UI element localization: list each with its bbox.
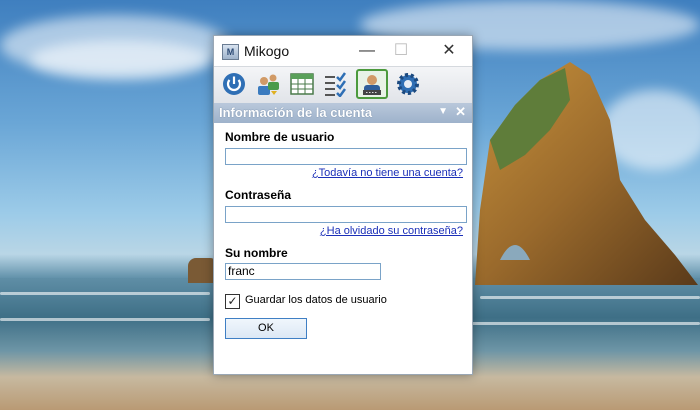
panel-dropdown-button[interactable]: ▼ bbox=[438, 106, 448, 117]
your-name-input[interactable]: franc bbox=[225, 263, 381, 280]
username-label: Nombre de usuario bbox=[225, 130, 335, 144]
toolbar bbox=[214, 66, 472, 104]
ok-button[interactable]: OK bbox=[225, 318, 307, 339]
participants-button[interactable] bbox=[252, 69, 284, 99]
password-label: Contraseña bbox=[225, 188, 292, 202]
mikogo-window: M Mikogo — ☐ ✕ Información de la cuenta … bbox=[213, 35, 473, 375]
panel-title: Información de la cuenta bbox=[219, 105, 373, 120]
account-form: Nombre de usuario ¿Todavía no tiene una … bbox=[214, 123, 472, 374]
panel-header: Información de la cuenta ▼ ✕ bbox=[214, 103, 472, 123]
create-account-link[interactable]: ¿Todavía no tiene una cuenta? bbox=[312, 167, 463, 179]
your-name-label: Su nombre bbox=[225, 246, 288, 260]
window-title: Mikogo bbox=[244, 43, 290, 59]
wave bbox=[470, 322, 700, 325]
panel-close-button[interactable]: ✕ bbox=[455, 104, 466, 120]
power-icon bbox=[223, 73, 245, 95]
participants-icon bbox=[258, 74, 279, 95]
account-button[interactable] bbox=[356, 69, 388, 99]
wave bbox=[0, 318, 210, 321]
wave bbox=[0, 292, 210, 295]
power-button[interactable] bbox=[218, 69, 250, 99]
title-bar[interactable]: M Mikogo — ☐ ✕ bbox=[214, 36, 472, 66]
minimize-button[interactable]: — bbox=[352, 40, 382, 62]
save-user-data-label: Guardar los datos de usuario bbox=[245, 294, 387, 306]
app-logo-icon: M bbox=[222, 44, 239, 60]
schedule-grid-icon bbox=[290, 73, 314, 95]
save-user-data-checkbox[interactable]: ✓ bbox=[225, 294, 240, 309]
wave bbox=[480, 296, 700, 299]
account-user-icon bbox=[363, 75, 381, 95]
settings-button[interactable] bbox=[392, 69, 424, 99]
password-input[interactable] bbox=[225, 206, 467, 223]
checklist-button[interactable] bbox=[320, 69, 352, 99]
maximize-button[interactable]: ☐ bbox=[386, 40, 416, 62]
username-input[interactable] bbox=[225, 148, 467, 165]
sea-rock bbox=[475, 62, 698, 285]
forgot-password-link[interactable]: ¿Ha olvidado su contraseña? bbox=[320, 225, 463, 237]
checklist-icon bbox=[325, 72, 347, 97]
close-window-button[interactable]: ✕ bbox=[434, 40, 464, 62]
settings-gear-icon bbox=[397, 73, 419, 95]
schedule-button[interactable] bbox=[286, 69, 318, 99]
cloud bbox=[30, 40, 210, 80]
